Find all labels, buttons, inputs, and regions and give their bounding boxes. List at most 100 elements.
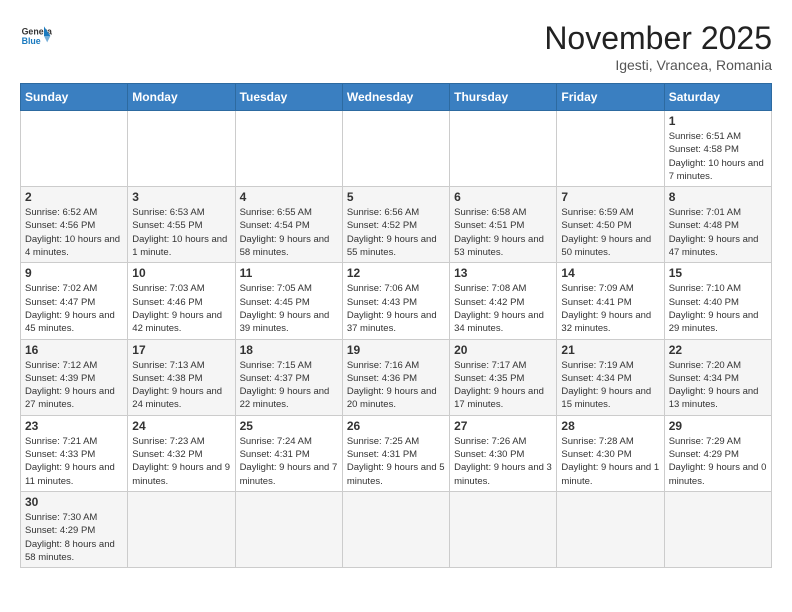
calendar-cell: 17 Sunrise: 7:13 AM Sunset: 4:38 PM Dayli… [128, 339, 235, 415]
logo-icon: General Blue [20, 20, 52, 52]
day-number: 21 [561, 343, 659, 357]
day-info: Sunrise: 7:08 AM Sunset: 4:42 PM Dayligh… [454, 282, 552, 335]
day-info: Sunrise: 7:25 AM Sunset: 4:31 PM Dayligh… [347, 435, 445, 488]
day-info: Sunrise: 6:51 AM Sunset: 4:58 PM Dayligh… [669, 130, 767, 183]
calendar-header-row: SundayMondayTuesdayWednesdayThursdayFrid… [21, 84, 772, 111]
calendar-cell: 18 Sunrise: 7:15 AM Sunset: 4:37 PM Dayli… [235, 339, 342, 415]
day-number: 16 [25, 343, 123, 357]
day-info: Sunrise: 7:19 AM Sunset: 4:34 PM Dayligh… [561, 359, 659, 412]
day-number: 25 [240, 419, 338, 433]
day-number: 30 [25, 495, 123, 509]
day-info: Sunrise: 6:59 AM Sunset: 4:50 PM Dayligh… [561, 206, 659, 259]
calendar-cell: 28 Sunrise: 7:28 AM Sunset: 4:30 PM Dayli… [557, 415, 664, 491]
calendar-week-row: 1 Sunrise: 6:51 AM Sunset: 4:58 PM Daylig… [21, 111, 772, 187]
calendar-cell: 12 Sunrise: 7:06 AM Sunset: 4:43 PM Dayli… [342, 263, 449, 339]
day-number: 15 [669, 266, 767, 280]
col-header-tuesday: Tuesday [235, 84, 342, 111]
calendar-cell: 7Sunrise: 6:59 AM Sunset: 4:50 PM Daylig… [557, 187, 664, 263]
col-header-monday: Monday [128, 84, 235, 111]
day-info: Sunrise: 6:55 AM Sunset: 4:54 PM Dayligh… [240, 206, 338, 259]
calendar-cell: 20Sunrise: 7:17 AM Sunset: 4:35 PM Dayli… [450, 339, 557, 415]
day-info: Sunrise: 7:20 AM Sunset: 4:34 PM Dayligh… [669, 359, 767, 412]
calendar-cell [450, 491, 557, 567]
day-number: 13 [454, 266, 552, 280]
day-info: Sunrise: 7:10 AM Sunset: 4:40 PM Dayligh… [669, 282, 767, 335]
calendar-cell [21, 111, 128, 187]
day-info: Sunrise: 7:06 AM Sunset: 4:43 PM Dayligh… [347, 282, 445, 335]
calendar-cell: 10Sunrise: 7:03 AM Sunset: 4:46 PM Dayli… [128, 263, 235, 339]
col-header-saturday: Saturday [664, 84, 771, 111]
day-info: Sunrise: 6:58 AM Sunset: 4:51 PM Dayligh… [454, 206, 552, 259]
calendar-week-row: 23 Sunrise: 7:21 AM Sunset: 4:33 PM Dayli… [21, 415, 772, 491]
day-number: 10 [132, 266, 230, 280]
location: Igesti, Vrancea, Romania [544, 57, 772, 73]
calendar-cell [235, 491, 342, 567]
col-header-sunday: Sunday [21, 84, 128, 111]
calendar-cell: 5 Sunrise: 6:56 AM Sunset: 4:52 PM Daylig… [342, 187, 449, 263]
calendar-table: SundayMondayTuesdayWednesdayThursdayFrid… [20, 83, 772, 568]
calendar-cell [342, 491, 449, 567]
day-number: 18 [240, 343, 338, 357]
calendar-cell: 23 Sunrise: 7:21 AM Sunset: 4:33 PM Dayli… [21, 415, 128, 491]
day-info: Sunrise: 7:09 AM Sunset: 4:41 PM Dayligh… [561, 282, 659, 335]
day-info: Sunrise: 7:23 AM Sunset: 4:32 PM Dayligh… [132, 435, 230, 488]
day-number: 4 [240, 190, 338, 204]
calendar-week-row: 2Sunrise: 6:52 AM Sunset: 4:56 PM Daylig… [21, 187, 772, 263]
day-info: Sunrise: 7:26 AM Sunset: 4:30 PM Dayligh… [454, 435, 552, 488]
calendar-cell: 26 Sunrise: 7:25 AM Sunset: 4:31 PM Dayli… [342, 415, 449, 491]
calendar-cell: 16 Sunrise: 7:12 AM Sunset: 4:39 PM Dayli… [21, 339, 128, 415]
col-header-friday: Friday [557, 84, 664, 111]
day-info: Sunrise: 7:05 AM Sunset: 4:45 PM Dayligh… [240, 282, 338, 335]
calendar-week-row: 16 Sunrise: 7:12 AM Sunset: 4:39 PM Dayli… [21, 339, 772, 415]
calendar-cell [128, 111, 235, 187]
day-info: Sunrise: 7:29 AM Sunset: 4:29 PM Dayligh… [669, 435, 767, 488]
day-number: 1 [669, 114, 767, 128]
day-info: Sunrise: 7:16 AM Sunset: 4:36 PM Dayligh… [347, 359, 445, 412]
day-number: 29 [669, 419, 767, 433]
day-info: Sunrise: 7:13 AM Sunset: 4:38 PM Dayligh… [132, 359, 230, 412]
calendar-cell: 8 Sunrise: 7:01 AM Sunset: 4:48 PM Daylig… [664, 187, 771, 263]
calendar-cell [235, 111, 342, 187]
calendar-cell: 27 Sunrise: 7:26 AM Sunset: 4:30 PM Dayli… [450, 415, 557, 491]
day-info: Sunrise: 7:21 AM Sunset: 4:33 PM Dayligh… [25, 435, 123, 488]
day-number: 26 [347, 419, 445, 433]
day-number: 9 [25, 266, 123, 280]
calendar-cell: 22Sunrise: 7:20 AM Sunset: 4:34 PM Dayli… [664, 339, 771, 415]
calendar-cell: 9 Sunrise: 7:02 AM Sunset: 4:47 PM Daylig… [21, 263, 128, 339]
day-info: Sunrise: 7:12 AM Sunset: 4:39 PM Dayligh… [25, 359, 123, 412]
calendar-cell: 13 Sunrise: 7:08 AM Sunset: 4:42 PM Dayli… [450, 263, 557, 339]
day-number: 5 [347, 190, 445, 204]
day-number: 8 [669, 190, 767, 204]
day-number: 27 [454, 419, 552, 433]
calendar-cell: 1 Sunrise: 6:51 AM Sunset: 4:58 PM Daylig… [664, 111, 771, 187]
svg-text:Blue: Blue [22, 36, 41, 46]
calendar-cell: 14 Sunrise: 7:09 AM Sunset: 4:41 PM Dayli… [557, 263, 664, 339]
calendar-cell [557, 111, 664, 187]
day-info: Sunrise: 7:15 AM Sunset: 4:37 PM Dayligh… [240, 359, 338, 412]
day-number: 12 [347, 266, 445, 280]
day-info: Sunrise: 6:52 AM Sunset: 4:56 PM Dayligh… [25, 206, 123, 259]
day-info: Sunrise: 7:02 AM Sunset: 4:47 PM Dayligh… [25, 282, 123, 335]
calendar-cell [664, 491, 771, 567]
day-number: 28 [561, 419, 659, 433]
day-number: 23 [25, 419, 123, 433]
col-header-thursday: Thursday [450, 84, 557, 111]
day-number: 20 [454, 343, 552, 357]
day-number: 14 [561, 266, 659, 280]
title-block: November 2025 Igesti, Vrancea, Romania [544, 20, 772, 73]
day-number: 6 [454, 190, 552, 204]
calendar-cell: 6 Sunrise: 6:58 AM Sunset: 4:51 PM Daylig… [450, 187, 557, 263]
calendar-cell: 24Sunrise: 7:23 AM Sunset: 4:32 PM Dayli… [128, 415, 235, 491]
day-info: Sunrise: 7:28 AM Sunset: 4:30 PM Dayligh… [561, 435, 659, 488]
day-number: 19 [347, 343, 445, 357]
calendar-week-row: 9 Sunrise: 7:02 AM Sunset: 4:47 PM Daylig… [21, 263, 772, 339]
col-header-wednesday: Wednesday [342, 84, 449, 111]
calendar-cell [128, 491, 235, 567]
calendar-cell: 2Sunrise: 6:52 AM Sunset: 4:56 PM Daylig… [21, 187, 128, 263]
calendar-cell: 3Sunrise: 6:53 AM Sunset: 4:55 PM Daylig… [128, 187, 235, 263]
calendar-cell: 11Sunrise: 7:05 AM Sunset: 4:45 PM Dayli… [235, 263, 342, 339]
day-number: 17 [132, 343, 230, 357]
day-info: Sunrise: 6:56 AM Sunset: 4:52 PM Dayligh… [347, 206, 445, 259]
day-info: Sunrise: 7:01 AM Sunset: 4:48 PM Dayligh… [669, 206, 767, 259]
calendar-cell: 4 Sunrise: 6:55 AM Sunset: 4:54 PM Daylig… [235, 187, 342, 263]
